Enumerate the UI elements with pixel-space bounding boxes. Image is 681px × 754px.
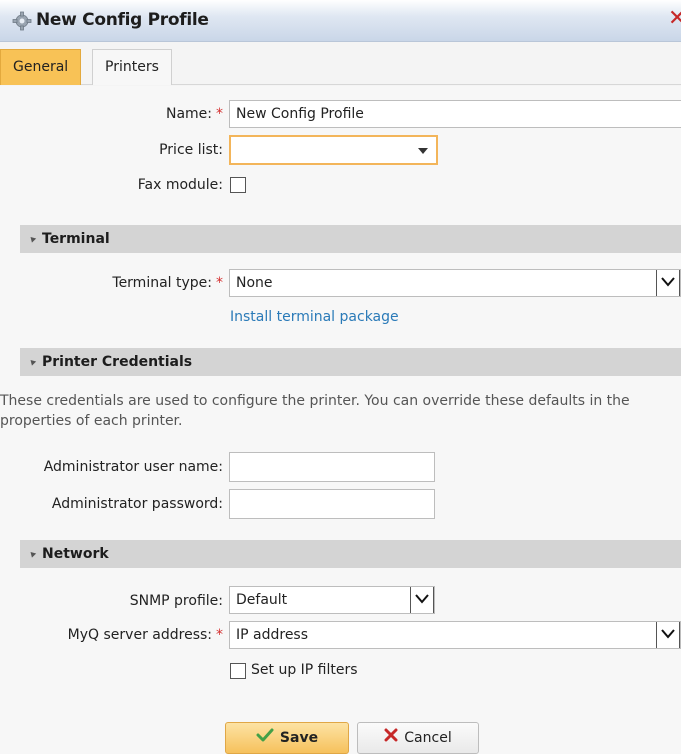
collapse-triangle-icon bbox=[28, 234, 37, 243]
checkmark-icon bbox=[256, 723, 274, 753]
section-printer-credentials[interactable]: Printer Credentials bbox=[20, 348, 681, 376]
chevron-down-icon bbox=[656, 270, 680, 296]
ip-filters-label: Set up IP filters bbox=[251, 662, 358, 678]
credentials-description: These credentials are used to configure … bbox=[0, 393, 630, 429]
admin-user-label: Administrator user name: bbox=[43, 459, 223, 475]
admin-password-field[interactable] bbox=[229, 489, 435, 519]
window-titlebar: New Config Profile ✕ bbox=[0, 0, 681, 42]
price-list-label: Price list: bbox=[159, 142, 223, 158]
chevron-down-icon bbox=[410, 587, 434, 613]
admin-user-field[interactable] bbox=[229, 452, 435, 482]
tab-strip: General Printers bbox=[0, 42, 681, 85]
name-field[interactable]: New Config Profile bbox=[229, 100, 681, 128]
snmp-profile-label: SNMP profile: bbox=[129, 593, 223, 609]
terminal-type-label: Terminal type: * bbox=[112, 275, 223, 291]
window-title: New Config Profile bbox=[36, 10, 209, 30]
collapse-triangle-icon bbox=[28, 357, 37, 366]
price-list-select[interactable] bbox=[229, 135, 438, 165]
fax-module-label: Fax module: bbox=[137, 177, 223, 193]
collapse-triangle-icon bbox=[28, 549, 37, 558]
install-terminal-package-link[interactable]: Install terminal package bbox=[230, 309, 399, 325]
myq-server-address-label: MyQ server address: * bbox=[67, 627, 223, 643]
ip-filters-checkbox[interactable] bbox=[230, 663, 246, 679]
myq-server-address-select[interactable]: IP address bbox=[229, 621, 681, 649]
name-label: Name: * bbox=[165, 106, 223, 122]
tab-general[interactable]: General bbox=[0, 49, 82, 85]
tab-printers[interactable]: Printers bbox=[92, 49, 172, 85]
chevron-down-icon bbox=[418, 148, 428, 154]
section-terminal[interactable]: Terminal bbox=[20, 225, 681, 253]
fax-module-checkbox[interactable] bbox=[230, 177, 246, 193]
section-network[interactable]: Network bbox=[20, 540, 681, 568]
name-value: New Config Profile bbox=[236, 106, 364, 122]
close-icon[interactable]: ✕ bbox=[668, 8, 681, 30]
cancel-button[interactable]: Cancel bbox=[357, 722, 479, 754]
gear-icon bbox=[12, 11, 32, 31]
chevron-down-icon bbox=[656, 622, 680, 648]
admin-password-label: Administrator password: bbox=[51, 496, 223, 512]
cancel-x-icon bbox=[384, 723, 398, 753]
save-button[interactable]: Save bbox=[225, 722, 349, 754]
snmp-profile-select[interactable]: Default bbox=[229, 586, 435, 614]
terminal-type-select[interactable]: None bbox=[229, 269, 681, 297]
form-area: Name: * New Config Profile Price list: Fa… bbox=[0, 86, 681, 754]
